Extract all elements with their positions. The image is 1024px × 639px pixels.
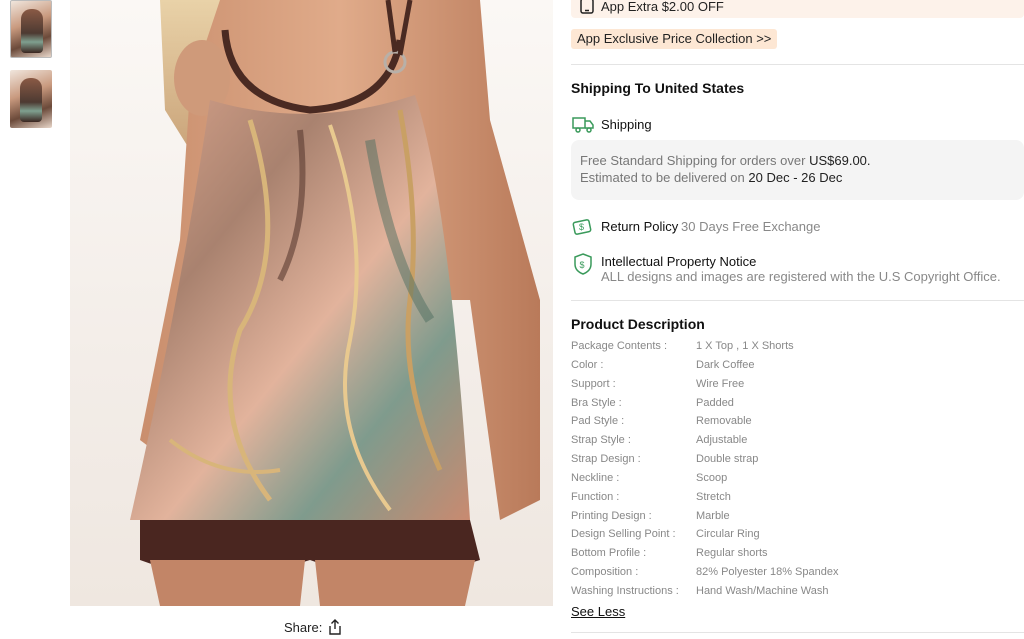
thumbnail-strip [10, 0, 52, 140]
main-product-image[interactable] [70, 0, 553, 606]
description-key: Strap Style : [571, 434, 631, 447]
app-exclusive-link[interactable]: App Exclusive Price Collection >> [571, 29, 778, 49]
shipping-method-label: Shipping [601, 117, 652, 132]
description-key: Washing Instructions : [571, 584, 679, 597]
share-icon[interactable] [327, 619, 343, 635]
thumbnail-figure [21, 9, 43, 53]
description-value: 1 X Top , 1 X Shorts [696, 340, 794, 352]
divider [571, 632, 1024, 633]
free-shipping-text: Free Standard Shipping for orders over [580, 153, 810, 168]
description-key: Support : [571, 377, 616, 390]
divider [571, 300, 1024, 301]
divider [571, 64, 1024, 65]
see-less-link[interactable]: See Less [571, 604, 625, 619]
return-policy-value: 30 Days Free Exchange [681, 219, 821, 234]
product-description-title: Product Description [571, 316, 705, 332]
description-value: Scoop [696, 471, 728, 484]
product-info-panel: App Extra $2.00 OFF App Exclusive Price … [571, 0, 1024, 639]
app-extra-banner: App Extra $2.00 OFF [571, 0, 1024, 18]
description-key: Printing Design : [571, 509, 652, 522]
description-value: Stretch [696, 490, 731, 503]
description-value: Adjustable [696, 434, 748, 447]
description-value: Circular Ring [696, 528, 760, 541]
ip-notice-label: Intellectual Property Notice [601, 254, 757, 269]
ip-notice-text: ALL designs and images are registered wi… [601, 269, 1001, 284]
share-label: Share: [284, 619, 323, 635]
app-extra-text: App Extra $2.00 OFF [601, 0, 724, 14]
description-key: Function : [571, 490, 620, 503]
description-key: Composition : [571, 566, 639, 579]
share-row: Share: [284, 619, 343, 635]
description-key: Design Selling Point : [571, 528, 676, 541]
delivery-dates: 20 Dec - 26 Dec [748, 170, 843, 185]
description-value: Removable [696, 415, 752, 428]
thumbnail-figure [20, 78, 42, 122]
thumbnail-2[interactable] [10, 70, 52, 128]
return-icon: $ [571, 214, 595, 238]
description-value: Wire Free [696, 377, 745, 390]
description-key: Color : [571, 358, 604, 371]
description-value: 82% Polyester 18% Spandex [696, 566, 839, 579]
description-key: Strap Design : [571, 453, 641, 466]
description-key: Pad Style : [571, 415, 625, 428]
shipping-title: Shipping To United States [571, 80, 745, 96]
svg-text:$: $ [579, 222, 584, 232]
description-key: Bottom Profile : [571, 547, 647, 560]
description-value: Hand Wash/Machine Wash [696, 584, 829, 597]
free-shipping-amount: US$69.00. [809, 153, 871, 168]
thumbnail-1[interactable] [10, 0, 52, 58]
description-key: Bra Style : [571, 396, 622, 409]
description-value: Marble [696, 509, 730, 522]
delivery-text: Estimated to be delivered on [580, 170, 749, 185]
phone-icon [579, 0, 595, 14]
description-value: Padded [696, 396, 734, 409]
description-key: Neckline : [571, 471, 620, 484]
shipping-truck-icon [571, 112, 595, 136]
svg-text:$: $ [580, 260, 585, 270]
description-value: Double strap [696, 453, 759, 466]
description-value: Dark Coffee [696, 358, 755, 371]
return-policy-label[interactable]: Return Policy [601, 219, 678, 234]
description-key: Package Contents : [571, 340, 668, 352]
shield-icon: $ [571, 252, 595, 276]
description-value: Regular shorts [696, 547, 768, 560]
shipping-info-box: Free Standard Shipping for orders over U… [571, 140, 1024, 200]
